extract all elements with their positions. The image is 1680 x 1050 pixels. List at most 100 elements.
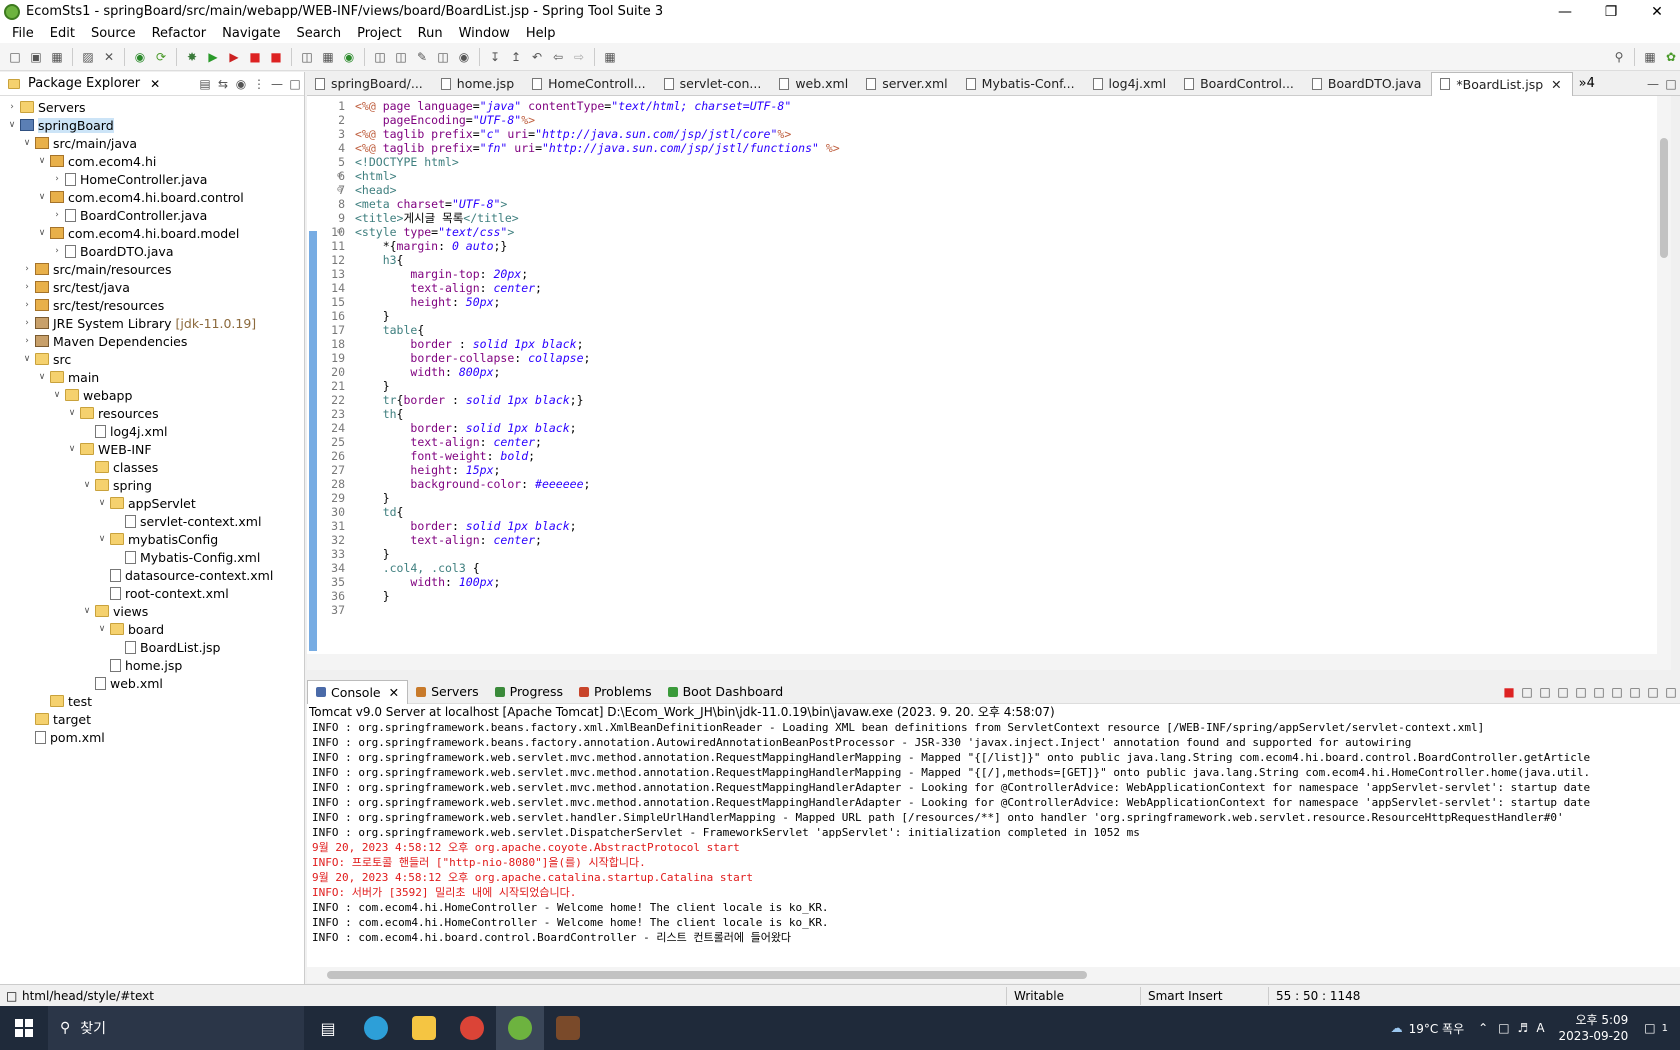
editor-horizontal-scrollbar[interactable] bbox=[307, 654, 1671, 670]
expanded-chevron-icon[interactable]: ∨ bbox=[36, 372, 48, 382]
tree-item[interactable]: ∨ WEB-INF bbox=[0, 440, 304, 458]
expanded-chevron-icon[interactable]: ∨ bbox=[36, 228, 48, 238]
menu-refactor[interactable]: Refactor bbox=[144, 26, 215, 41]
tree-item[interactable]: ∨ spring bbox=[0, 476, 304, 494]
volume-icon[interactable]: ♬ bbox=[1518, 1021, 1529, 1035]
expanded-chevron-icon[interactable]: ∨ bbox=[96, 624, 108, 634]
tree-item[interactable]: › HomeController.java bbox=[0, 170, 304, 188]
expanded-chevron-icon[interactable]: ∨ bbox=[96, 534, 108, 544]
collapsed-chevron-icon[interactable]: › bbox=[51, 210, 63, 220]
terminate-icon[interactable]: ■ bbox=[1500, 683, 1518, 701]
console-tab-progress[interactable]: Progress bbox=[487, 680, 571, 704]
tree-item[interactable]: › BoardController.java bbox=[0, 206, 304, 224]
code-editor[interactable]: 1 2 3 4 5 6 ⊖ 7 ⊖ 8 9 10 ⊖ 11 12 13 14 15 16 17 18 19 20 21 22 23… bbox=[307, 96, 1671, 654]
open-task-icon[interactable]: ◫ bbox=[392, 48, 410, 66]
view-menu-icon[interactable]: ⋮ bbox=[250, 75, 268, 93]
tree-item[interactable]: log4j.xml bbox=[0, 422, 304, 440]
fold-icon[interactable]: ⊖ bbox=[337, 169, 342, 184]
new-java-project-icon[interactable]: ◫ bbox=[298, 48, 316, 66]
menu-edit[interactable]: Edit bbox=[42, 26, 83, 41]
notification-icon[interactable]: □ bbox=[1644, 1021, 1655, 1035]
expanded-chevron-icon[interactable]: ∨ bbox=[21, 138, 33, 148]
close-button[interactable]: ✕ bbox=[1634, 0, 1680, 23]
game-app-icon[interactable] bbox=[544, 1006, 592, 1050]
close-icon[interactable]: ✕ bbox=[150, 77, 160, 91]
tree-item[interactable]: › src/test/resources bbox=[0, 296, 304, 314]
tree-item[interactable]: root-context.xml bbox=[0, 584, 304, 602]
minimize-button[interactable]: — bbox=[1542, 0, 1588, 23]
tree-item[interactable]: web.xml bbox=[0, 674, 304, 692]
maximize-editor-icon[interactable]: □ bbox=[1662, 75, 1680, 93]
open-console-icon[interactable]: □ bbox=[1626, 683, 1644, 701]
sts-taskbar-icon[interactable] bbox=[496, 1006, 544, 1050]
fold-icon[interactable]: ⊖ bbox=[337, 225, 342, 240]
prev-annotation-icon[interactable]: ↥ bbox=[507, 48, 525, 66]
expanded-chevron-icon[interactable]: ∨ bbox=[6, 120, 18, 130]
tree-item[interactable]: Mybatis-Config.xml bbox=[0, 548, 304, 566]
collapsed-chevron-icon[interactable]: › bbox=[6, 102, 18, 112]
tray-chevron-icon[interactable]: ⌃ bbox=[1478, 1021, 1488, 1035]
back-icon[interactable]: ⇦ bbox=[549, 48, 567, 66]
spring-perspective-icon[interactable]: ✿ bbox=[1662, 48, 1680, 66]
display-console-icon[interactable]: □ bbox=[1608, 683, 1626, 701]
forward-icon[interactable]: ⇨ bbox=[570, 48, 588, 66]
tree-item[interactable]: servlet-context.xml bbox=[0, 512, 304, 530]
toggle-mark-icon[interactable]: ◫ bbox=[434, 48, 452, 66]
collapsed-chevron-icon[interactable]: › bbox=[21, 318, 33, 328]
editor-tab[interactable]: BoardDTO.java bbox=[1304, 72, 1432, 96]
collapsed-chevron-icon[interactable]: › bbox=[51, 174, 63, 184]
menu-window[interactable]: Window bbox=[451, 26, 518, 41]
tree-item[interactable]: › Maven Dependencies bbox=[0, 332, 304, 350]
last-edit-icon[interactable]: ↶ bbox=[528, 48, 546, 66]
editor-tab[interactable]: servlet-con... bbox=[656, 72, 772, 96]
search-tool-icon[interactable]: ✎ bbox=[413, 48, 431, 66]
console-tab-problems[interactable]: Problems bbox=[571, 680, 660, 704]
tree-item[interactable]: ∨ mybatisConfig bbox=[0, 530, 304, 548]
tree-item[interactable]: ∨ webapp bbox=[0, 386, 304, 404]
menu-source[interactable]: Source bbox=[83, 26, 144, 41]
new-package-icon[interactable]: ▦ bbox=[319, 48, 337, 66]
minimize-view-icon[interactable]: — bbox=[268, 75, 286, 93]
chrome-icon[interactable] bbox=[448, 1006, 496, 1050]
word-wrap-icon[interactable]: □ bbox=[1572, 683, 1590, 701]
save-icon[interactable]: ▣ bbox=[27, 48, 45, 66]
pin-editor-icon[interactable]: ▦ bbox=[601, 48, 619, 66]
stop-server-icon[interactable]: ◉ bbox=[131, 48, 149, 66]
tree-item[interactable]: ∨ appServlet bbox=[0, 494, 304, 512]
editor-tab[interactable]: HomeControll... bbox=[524, 72, 656, 96]
clock[interactable]: 오후 5:09 2023-09-20 bbox=[1559, 1012, 1629, 1044]
next-annotation-icon[interactable]: ↧ bbox=[486, 48, 504, 66]
collapsed-chevron-icon[interactable]: › bbox=[51, 246, 63, 256]
tree-item[interactable]: home.jsp bbox=[0, 656, 304, 674]
editor-tab[interactable]: Mybatis-Conf... bbox=[958, 72, 1085, 96]
tree-item[interactable]: › JRE System Library [jdk-11.0.19] bbox=[0, 314, 304, 332]
stop-icon[interactable]: ■ bbox=[246, 48, 264, 66]
edge-icon[interactable] bbox=[352, 1006, 400, 1050]
close-icon[interactable]: ✕ bbox=[1551, 77, 1561, 92]
open-type-icon[interactable]: ◫ bbox=[371, 48, 389, 66]
tree-item[interactable]: datasource-context.xml bbox=[0, 566, 304, 584]
collapsed-chevron-icon[interactable]: › bbox=[21, 300, 33, 310]
run-icon[interactable]: ▶ bbox=[204, 48, 222, 66]
taskbar-search[interactable]: ⚲ 찾기 bbox=[48, 1006, 304, 1050]
menu-help[interactable]: Help bbox=[518, 26, 564, 41]
spring-boot-icon[interactable]: ⟳ bbox=[152, 48, 170, 66]
expanded-chevron-icon[interactable]: ∨ bbox=[36, 156, 48, 166]
clear-console-icon[interactable]: □ bbox=[1536, 683, 1554, 701]
editor-tab[interactable]: server.xml bbox=[858, 72, 957, 96]
coverage-icon[interactable]: ▶ bbox=[225, 48, 243, 66]
tree-item[interactable]: › src/main/resources bbox=[0, 260, 304, 278]
editor-vertical-scrollbar[interactable] bbox=[1657, 96, 1671, 654]
package-explorer-tab[interactable]: Package Explorer bbox=[28, 76, 140, 91]
tree-item[interactable]: ∨ views bbox=[0, 602, 304, 620]
filter-icon[interactable]: ◉ bbox=[232, 75, 250, 93]
debug-icon[interactable]: ✸ bbox=[183, 48, 201, 66]
expanded-chevron-icon[interactable]: ∨ bbox=[21, 354, 33, 364]
tree-item[interactable]: target bbox=[0, 710, 304, 728]
tree-item[interactable]: ∨ board bbox=[0, 620, 304, 638]
maximize-console-icon[interactable]: □ bbox=[1662, 683, 1680, 701]
tree-item[interactable]: ∨ resources bbox=[0, 404, 304, 422]
editor-tab[interactable]: *BoardList.jsp ✕ bbox=[1431, 71, 1573, 96]
overflow-tabs-button[interactable]: »4 bbox=[1579, 76, 1595, 91]
menu-navigate[interactable]: Navigate bbox=[214, 26, 288, 41]
